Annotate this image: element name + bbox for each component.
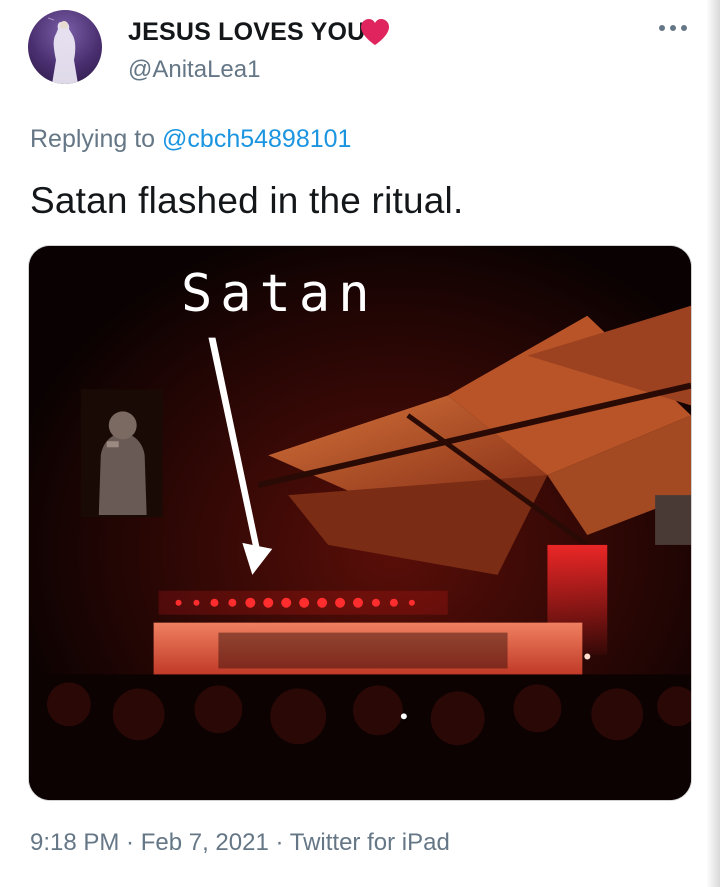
- replying-to: Replying to @cbch54898101: [30, 125, 351, 154]
- tweet-source[interactable]: Twitter for iPad: [290, 829, 450, 856]
- tweet-metadata: 9:18 PM · Feb 7, 2021 · Twitter for iPad: [30, 829, 450, 857]
- meta-separator: ·: [119, 829, 141, 856]
- tweet-media[interactable]: Satan: [28, 245, 692, 801]
- tweet-date[interactable]: Feb 7, 2021: [141, 829, 269, 856]
- more-options-icon[interactable]: [656, 20, 690, 36]
- display-name[interactable]: JESUS LOVES YOU: [128, 18, 365, 47]
- replying-to-label: Replying to: [30, 125, 163, 153]
- tweet-time[interactable]: 9:18 PM: [30, 829, 119, 856]
- user-handle[interactable]: @AnitaLea1: [128, 56, 260, 84]
- media-overlay-label: Satan: [181, 264, 378, 324]
- page-edge-shadow: [706, 0, 720, 887]
- avatar-image: [47, 17, 78, 84]
- reply-mention-link[interactable]: @cbch54898101: [162, 125, 351, 153]
- tweet-text: Satan flashed in the ritual.: [30, 180, 464, 221]
- meta-separator: ·: [268, 829, 290, 856]
- red-heart-icon: [361, 19, 389, 45]
- avatar[interactable]: [28, 10, 102, 84]
- concert-photo: [29, 246, 691, 800]
